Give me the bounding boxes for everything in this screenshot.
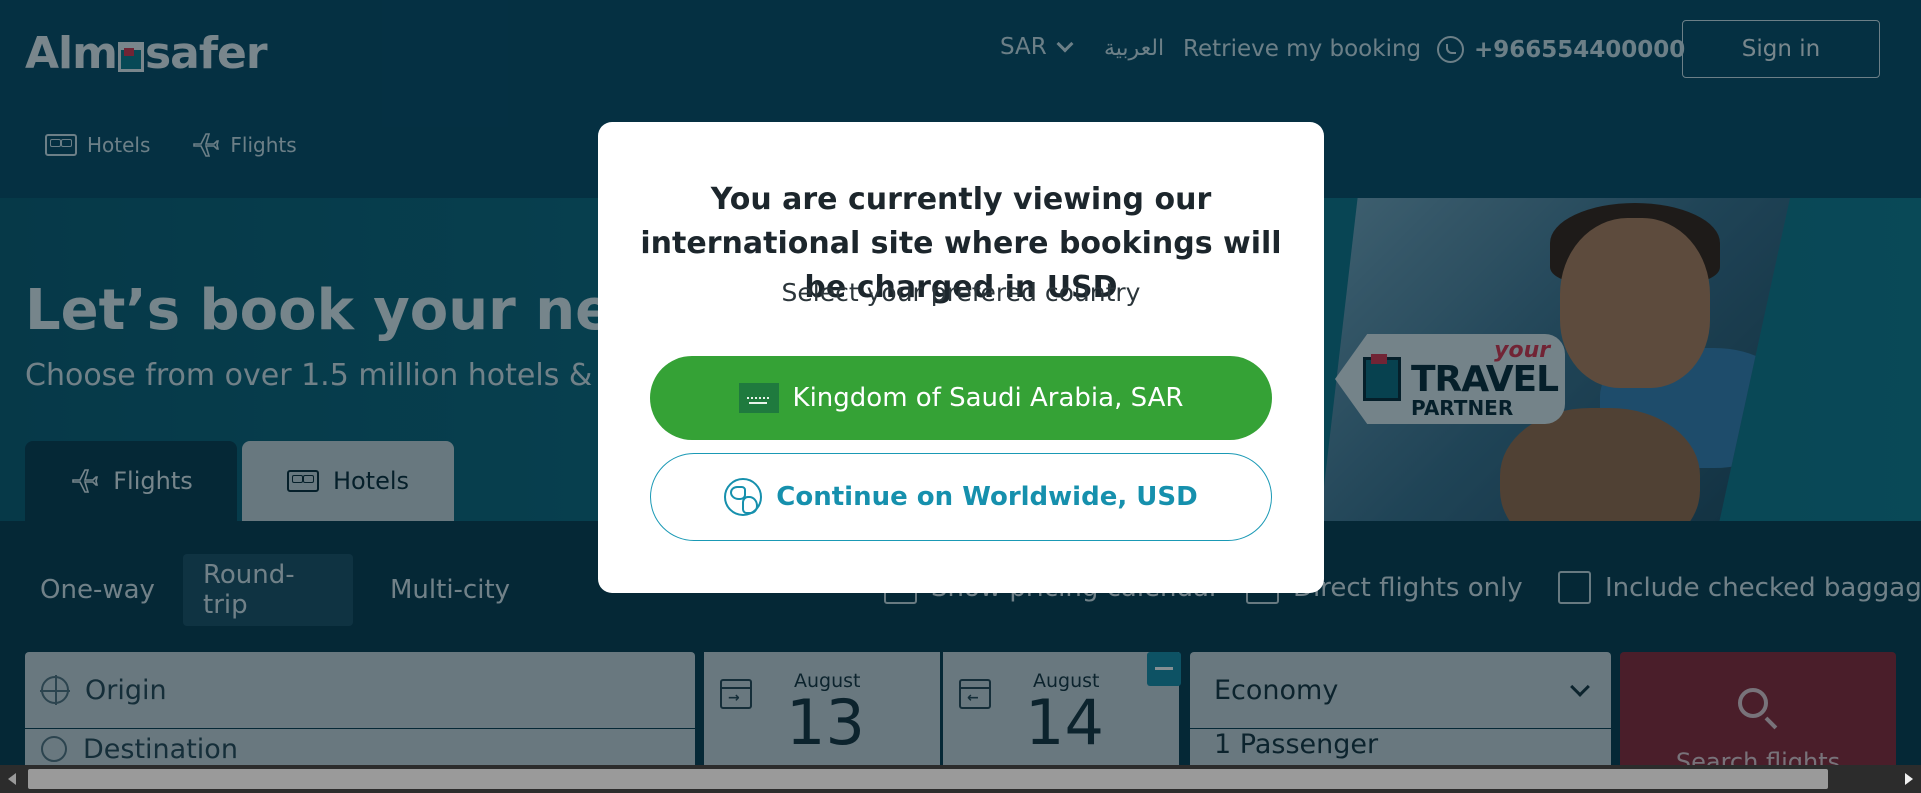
scrollbar-thumb[interactable]: [28, 769, 1828, 789]
modal-subtitle: Select your prefered country: [781, 278, 1141, 307]
saudi-flag-icon: [738, 383, 779, 413]
scroll-left-arrow[interactable]: [8, 773, 16, 785]
saudi-arabia-label: Kingdom of Saudi Arabia, SAR: [792, 383, 1184, 413]
worldwide-label: Continue on Worldwide, USD: [776, 482, 1198, 512]
scroll-right-arrow[interactable]: [1905, 773, 1913, 785]
globe-icon: [724, 478, 763, 516]
worldwide-button[interactable]: Continue on Worldwide, USD: [650, 453, 1272, 541]
horizontal-scrollbar[interactable]: [0, 765, 1921, 793]
saudi-arabia-button[interactable]: Kingdom of Saudi Arabia, SAR: [650, 356, 1272, 440]
country-selection-modal: You are currently viewing our internatio…: [598, 122, 1324, 593]
